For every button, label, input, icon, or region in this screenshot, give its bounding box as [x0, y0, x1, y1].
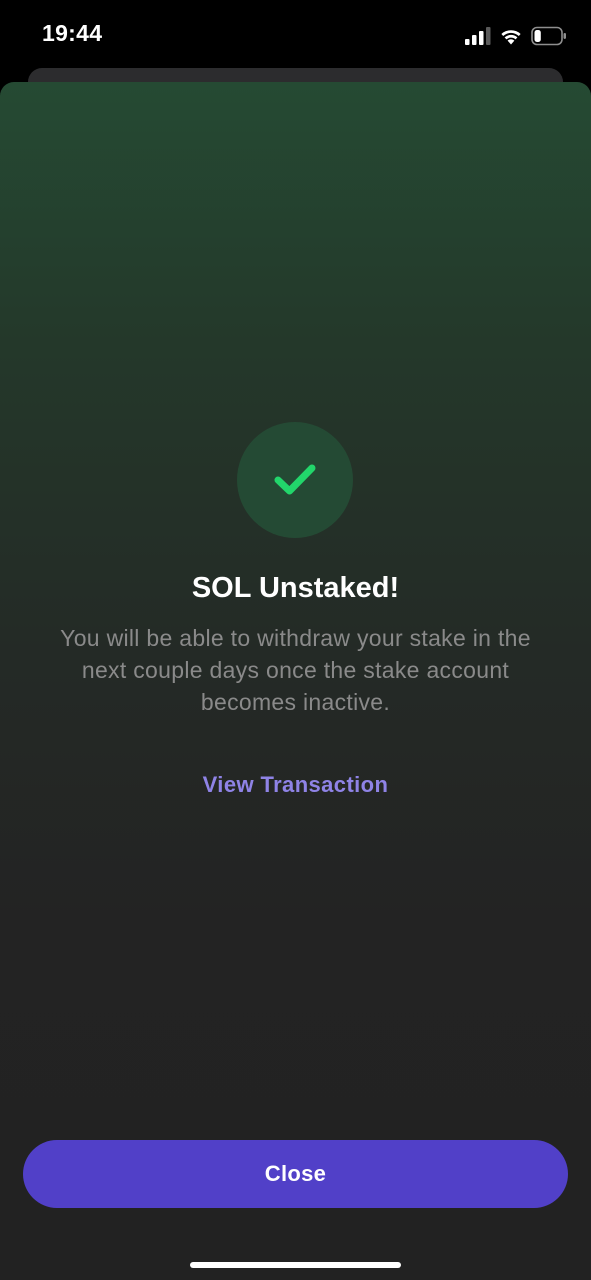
status-time: 19:44 [42, 20, 103, 46]
wifi-icon [501, 30, 521, 45]
battery-icon [531, 26, 566, 46]
modal-title: SOL Unstaked! [191, 572, 400, 604]
signal-icon [465, 27, 491, 45]
success-modal: SOL Unstaked! You will be able to withdr… [0, 82, 591, 1280]
status-bar: 19:44 [0, 0, 591, 70]
checkmark-icon [274, 464, 316, 495]
success-badge [237, 422, 353, 538]
status-icons [465, 24, 567, 48]
modal-description: You will be able to withdraw your stake … [60, 625, 531, 715]
view-transaction-link[interactable]: View Transaction [0, 772, 591, 798]
close-button-label: Close [264, 1161, 327, 1186]
screen: 19:44 SOL Unstaked! You will be able to … [0, 0, 591, 1280]
battery-fill [534, 30, 541, 42]
home-indicator [190, 1262, 401, 1268]
close-button[interactable]: Close [23, 1140, 568, 1208]
